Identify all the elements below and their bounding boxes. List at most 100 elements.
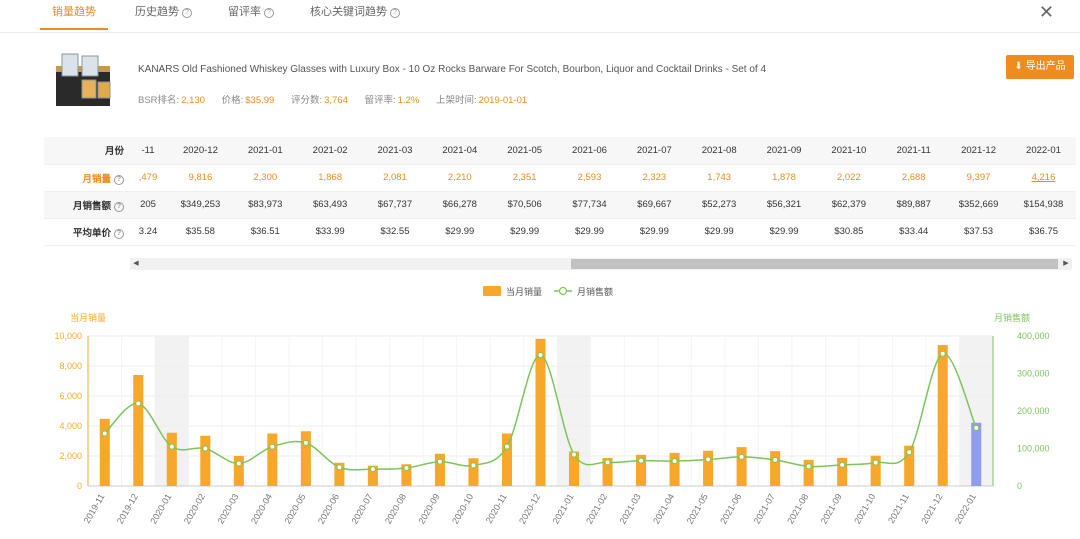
monthly-sales-row: 月销量? ,479 9,816 2,300 1,868 2,081 2,210 2,351 2,… xyxy=(44,164,1076,192)
sales-chart: 0 2,000 4,000 6,000 8,000 10,000 0 100,000 200,0… xyxy=(54,286,1050,526)
meta-label: BSR排名: xyxy=(138,95,180,106)
help-icon[interactable]: ? xyxy=(114,201,124,212)
left-tick-label: 6,000 xyxy=(59,391,82,401)
table-cell: 2021-01 xyxy=(232,137,298,165)
left-axis-title: 当月销量 xyxy=(70,312,106,323)
close-icon[interactable]: ✕ xyxy=(1039,2,1054,23)
right-axis-title: 月销售额 xyxy=(994,312,1030,323)
bar-2021-05 xyxy=(703,450,714,486)
scroll-right-icon[interactable]: ▶ xyxy=(1060,258,1072,270)
meta-label: 价格: xyxy=(221,95,244,106)
table-cell: $29.99 xyxy=(686,218,752,246)
table-cell: 2,300 xyxy=(232,164,298,192)
table-cell: 2,210 xyxy=(427,164,493,192)
x-tick-label: 2020-05 xyxy=(282,492,307,526)
rating-count-value: 3,764 xyxy=(324,95,348,106)
table-cell: $32.55 xyxy=(362,218,428,246)
table-cell: $36.51 xyxy=(232,218,298,246)
table-cell: 2,688 xyxy=(881,164,947,192)
table-cell: 9,397 xyxy=(946,164,1011,192)
right-tick-label: 100,000 xyxy=(1017,444,1050,454)
product-title[interactable]: KANARS Old Fashioned Whiskey Glasses wit… xyxy=(138,64,766,75)
tab-sales-trend[interactable]: 销量趋势 xyxy=(40,0,108,30)
table-cell: $35.58 xyxy=(168,218,233,246)
tab-history-trend[interactable]: 历史趋势? xyxy=(135,0,192,30)
x-tick-label: 2020-10 xyxy=(450,492,475,526)
x-tick-label: 2020-01 xyxy=(148,492,173,526)
revenue-point-2021-10 xyxy=(872,459,879,466)
revenue-point-2021-09 xyxy=(839,461,846,468)
table-cell: 2021-05 xyxy=(492,137,558,165)
revenue-point-2019-11 xyxy=(101,430,108,437)
table-cell: $349,253 xyxy=(168,191,233,219)
table-cell[interactable]: 4,216 xyxy=(1010,164,1076,192)
revenue-point-2020-10 xyxy=(470,462,477,469)
table-cell: 2021-02 xyxy=(297,137,363,165)
help-icon[interactable]: ? xyxy=(264,8,274,18)
table-cell: 2021-08 xyxy=(686,137,752,165)
revenue-point-2020-08 xyxy=(403,465,410,471)
tab-review-rate[interactable]: 留评率? xyxy=(228,0,274,30)
revenue-point-2021-11 xyxy=(906,449,913,456)
revenue-point-2020-09 xyxy=(436,458,443,465)
table-cell: $36.75 xyxy=(1010,218,1076,246)
x-tick-label: 2020-09 xyxy=(417,492,442,526)
row-header-label: 平均单价 xyxy=(72,227,111,239)
table-cell: 9,816 xyxy=(168,164,233,192)
right-tick-label: 0 xyxy=(1017,481,1022,491)
meta-label: 上架时间: xyxy=(435,95,477,106)
table-scrollbar[interactable]: ◀ ▶ xyxy=(130,258,1072,270)
table-cell: 1,743 xyxy=(686,164,752,192)
x-tick-label: 2021-01 xyxy=(551,492,576,526)
table-cell: $52,273 xyxy=(686,191,752,219)
table-cell: 1,878 xyxy=(751,164,817,192)
monthly-revenue-row: 月销售额? 205 $349,253 $83,973 $63,493 $67,737 $66… xyxy=(44,191,1076,219)
tab-label: 留评率 xyxy=(228,6,261,18)
table-cell: $33.44 xyxy=(881,218,947,246)
price-value: $35.99 xyxy=(245,95,275,106)
legend-bar-swatch xyxy=(483,286,501,296)
product-image xyxy=(56,53,111,106)
table-cell: $29.99 xyxy=(751,218,817,246)
revenue-point-2019-12 xyxy=(135,400,142,407)
table-cell: $29.99 xyxy=(427,218,493,246)
table-cell: ,479 xyxy=(128,164,168,192)
table-cell: $29.99 xyxy=(621,218,687,246)
table-cell: 2,323 xyxy=(621,164,687,192)
revenue-point-2021-03 xyxy=(638,457,645,464)
table-cell: $69,667 xyxy=(621,191,687,219)
help-icon[interactable]: ? xyxy=(114,174,124,185)
table-cell: 2021-10 xyxy=(816,137,882,165)
table-cell: 2021-04 xyxy=(427,137,493,165)
row-header: 月销售额? xyxy=(44,191,128,219)
revenue-point-2020-05 xyxy=(302,439,309,446)
tab-core-keyword-trend[interactable]: 核心关键词趋势? xyxy=(310,0,400,30)
tab-label: 销量趋势 xyxy=(52,6,96,18)
left-tick-label: 0 xyxy=(77,481,82,491)
export-label: 导出产品 xyxy=(1025,61,1066,72)
scrollbar-thumb[interactable] xyxy=(571,259,1058,269)
avg-price-row: 平均单价? 3.24 $35.58 $36.51 $33.99 $32.55 $29.99 $… xyxy=(44,218,1076,246)
revenue-point-2021-06 xyxy=(738,453,745,460)
meta-label: 留评率: xyxy=(364,95,396,106)
revenue-point-2020-01 xyxy=(168,443,175,450)
x-tick-label: 2021-04 xyxy=(651,492,676,526)
table-cell: $352,669 xyxy=(946,191,1011,219)
left-tick-label: 2,000 xyxy=(59,451,82,461)
table-cell: $154,938 xyxy=(1010,191,1076,219)
table-cell: 2021-11 xyxy=(881,137,947,165)
scroll-left-icon[interactable]: ◀ xyxy=(130,258,142,270)
bsr-rank-value: 2,130 xyxy=(181,95,205,106)
table-cell: 205 xyxy=(128,191,168,219)
table-cell: $83,973 xyxy=(232,191,298,219)
table-cell: 3.24 xyxy=(128,218,168,246)
help-icon[interactable]: ? xyxy=(390,8,400,18)
help-icon[interactable]: ? xyxy=(182,8,192,18)
revenue-point-2021-08 xyxy=(805,463,812,470)
export-product-button[interactable]: ⬇ 导出产品 xyxy=(1006,55,1074,79)
help-icon[interactable]: ? xyxy=(114,228,124,239)
table-cell: $66,278 xyxy=(427,191,493,219)
left-tick-label: 4,000 xyxy=(59,421,82,431)
revenue-point-2021-12 xyxy=(939,350,946,357)
right-tick-label: 300,000 xyxy=(1017,369,1050,379)
